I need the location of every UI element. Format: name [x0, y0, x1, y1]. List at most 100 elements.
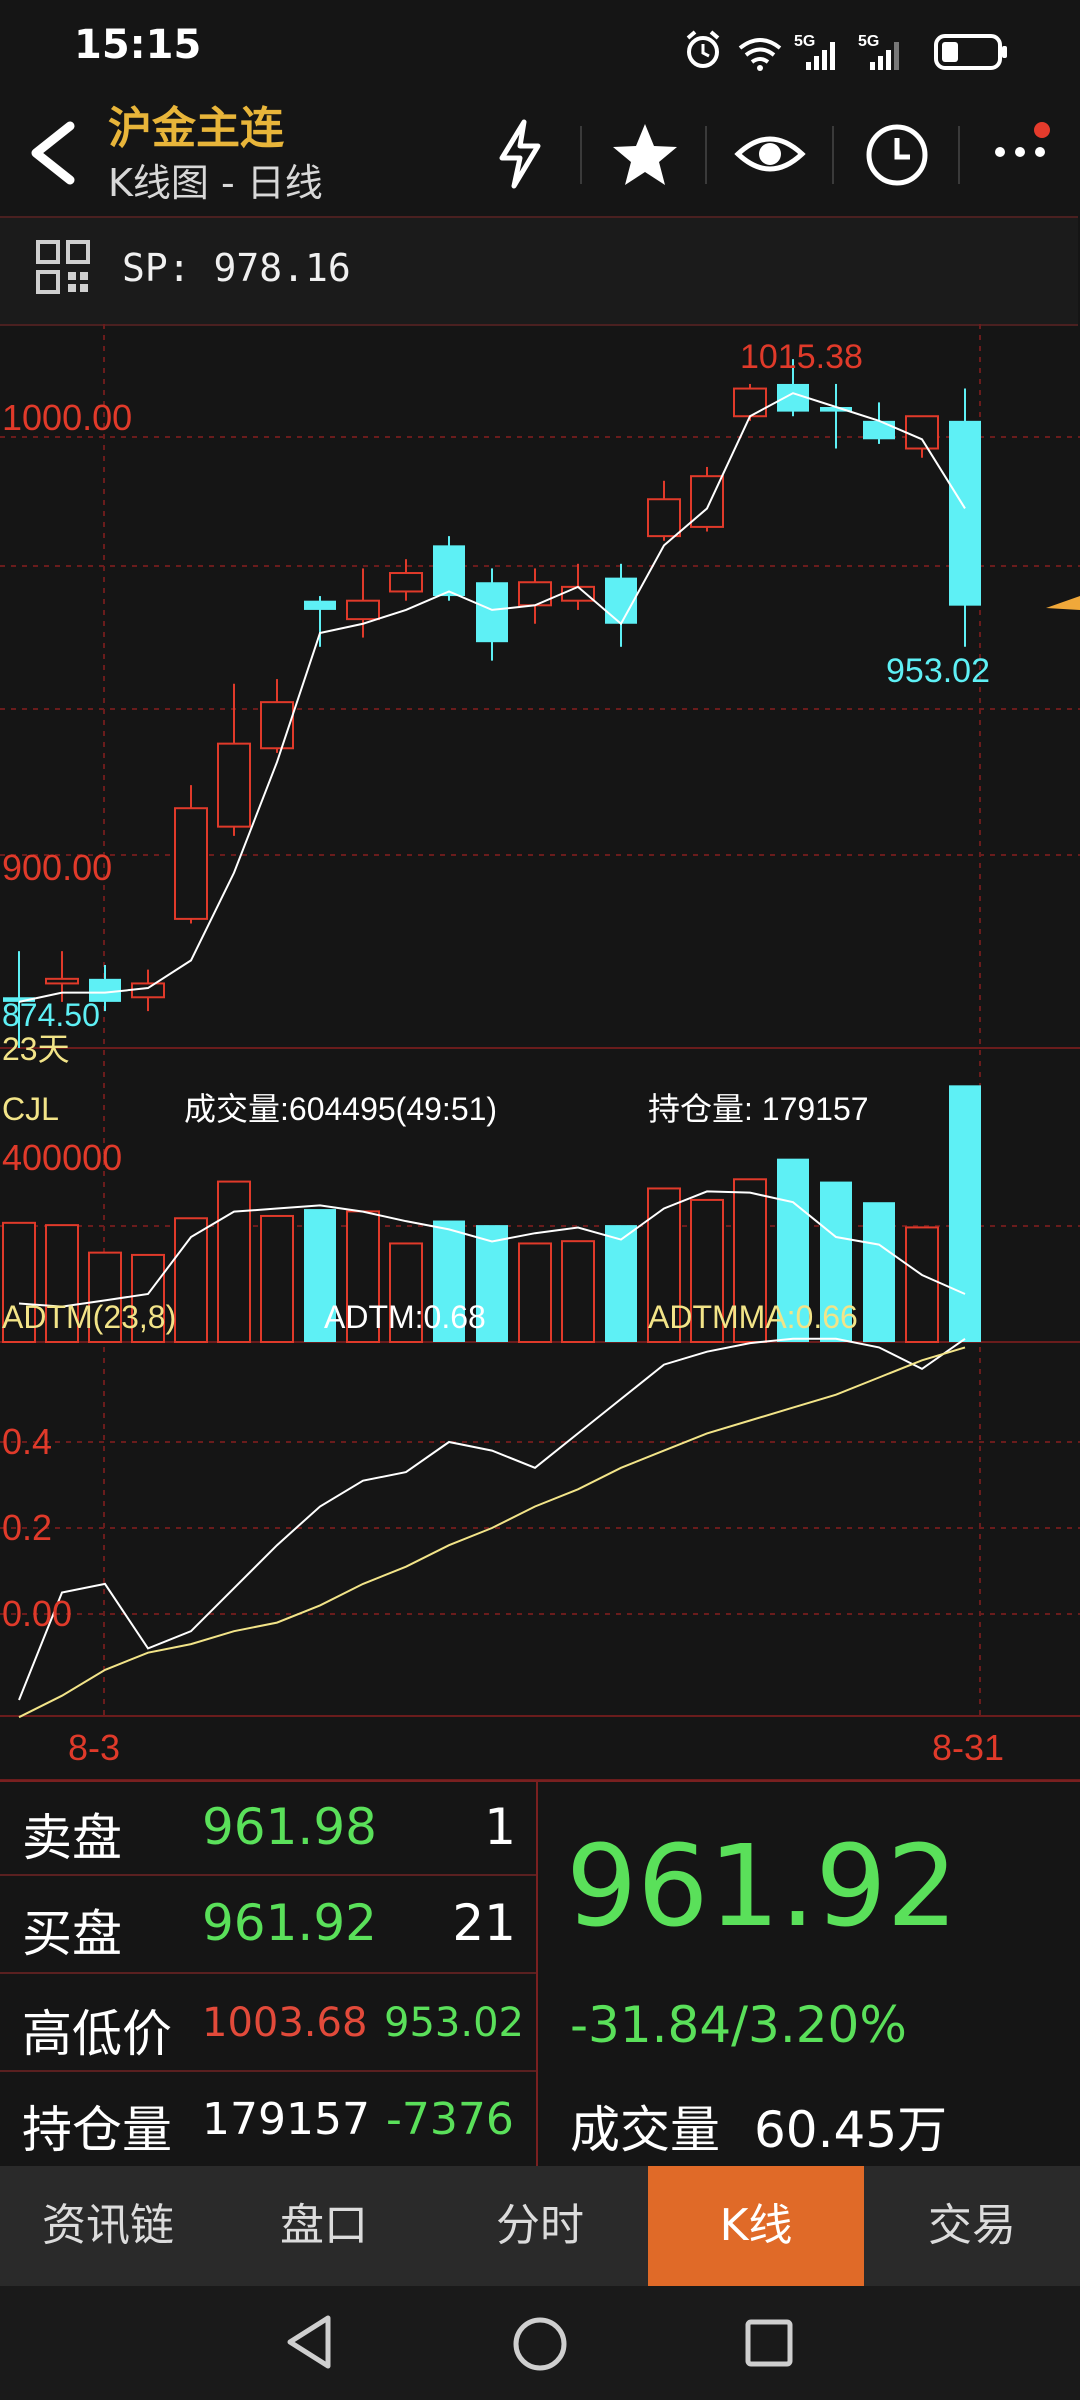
ask-price: 961.98: [202, 1798, 377, 1856]
chart-grid: [0, 1047, 1080, 1780]
candle-body: [389, 572, 423, 593]
candle-body: [605, 577, 637, 624]
open-interest-value: 179157: [202, 2094, 370, 2145]
volume-bar: [605, 1225, 637, 1342]
header-divider: [580, 126, 582, 184]
volume-bar: [260, 1214, 294, 1343]
ma-line-group: [18, 392, 966, 1003]
nav-home-icon[interactable]: [508, 2312, 572, 2376]
sp-price-text: SP: 978.16: [122, 246, 351, 290]
candle: [949, 388, 981, 647]
adtmma-line: [18, 1346, 966, 1719]
candle: [346, 568, 380, 638]
candle: [389, 559, 423, 601]
row-divider: [0, 2070, 536, 2072]
volume-bar: [217, 1180, 251, 1343]
candle: [131, 969, 165, 1012]
candle-body: [174, 807, 208, 920]
tab-news[interactable]: 资讯链: [0, 2166, 216, 2286]
candle-body: [304, 600, 336, 610]
open-interest-label: 持仓量: 179157: [648, 1091, 869, 1127]
candle: [174, 785, 208, 924]
tab-order-book[interactable]: 盘口: [216, 2166, 432, 2286]
clock-icon[interactable]: [862, 120, 932, 190]
adtmma-value-label: ADTMMA:0.66: [648, 1299, 858, 1335]
volume-label: 成交量: [570, 2101, 720, 2159]
candle: [905, 415, 939, 458]
status-icons: 5G 5G: [686, 30, 1007, 71]
volume-bar: [518, 1242, 552, 1343]
tab-intraday[interactable]: 分时: [432, 2166, 648, 2286]
price-label-900: 900.00: [2, 847, 112, 888]
volume-axis-label: 400000: [2, 1137, 122, 1178]
wifi-icon: [738, 38, 782, 71]
volume-value: 60.45万: [754, 2101, 948, 2159]
candle: [647, 480, 681, 541]
signal1-label: 5G: [794, 33, 815, 50]
battery-icon: [934, 34, 1007, 70]
back-arrow-icon[interactable]: [22, 118, 82, 188]
date-label-start: 8-3: [68, 1727, 120, 1768]
contract-title: 沪金主连: [108, 103, 284, 154]
high-low-label: 高低价: [22, 2005, 172, 2063]
low-price: 953.02: [384, 2000, 524, 2046]
high-price: 1003.68: [202, 2000, 368, 2046]
candle-body: [346, 599, 380, 621]
candle-body: [949, 420, 981, 606]
nav-back-icon[interactable]: [280, 2310, 340, 2374]
volume-bar: [561, 1240, 595, 1344]
candle-body: [518, 581, 552, 607]
grid-menu-icon[interactable]: [36, 240, 92, 296]
adtm-axis-label-0.4: 0.4: [2, 1421, 52, 1462]
candle: [476, 568, 508, 661]
candle-body: [131, 982, 165, 999]
tab-kline[interactable]: K线: [648, 2166, 864, 2286]
last-price: 961.92: [566, 1822, 958, 1952]
candle: [217, 683, 251, 836]
left-low-label: 874.50: [2, 997, 100, 1033]
tab-trade[interactable]: 交易: [864, 2166, 1080, 2286]
high-price-label: 1015.38: [740, 338, 863, 376]
adtm-lines-group: [18, 1337, 966, 1719]
status-bar: 15:15 5G 5G: [0, 0, 1080, 100]
date-label-end: 8-31: [932, 1727, 1004, 1768]
candle: [518, 568, 552, 624]
kline-chart[interactable]: 1000.00 900.00 1015.38 953.02 874.50 23天…: [0, 324, 1080, 1780]
candle-body: [476, 582, 508, 643]
volume-bar: [949, 1085, 981, 1342]
candle-body: [647, 498, 681, 538]
status-time: 15:15: [74, 22, 202, 68]
candle-body: [433, 545, 465, 597]
period-label: 23天: [2, 1031, 70, 1067]
candle-body: [561, 585, 595, 602]
bid-label: 买盘: [22, 1905, 122, 1963]
notification-dot: [1034, 122, 1050, 138]
eye-icon[interactable]: [734, 124, 806, 184]
header-divider: [958, 126, 960, 184]
last-price-marker: [1046, 596, 1080, 610]
volume-value-label: 成交量:604495(49:51): [184, 1091, 497, 1127]
candle-body: [905, 415, 939, 450]
adtm-title: ADTM(23,8): [2, 1299, 176, 1335]
volume-series-label: CJL: [2, 1091, 59, 1127]
adtm-axis-label-0.2: 0.2: [2, 1507, 52, 1548]
candle-body: [45, 977, 79, 985]
price-change: -31.84/3.20%: [570, 1996, 907, 2054]
candle: [863, 402, 895, 444]
candle: [304, 596, 336, 647]
candle: [690, 466, 724, 532]
bid-qty: 21: [452, 1894, 516, 1952]
header-divider: [832, 126, 834, 184]
candle-body: [260, 701, 294, 750]
ask-label: 卖盘: [22, 1809, 122, 1867]
more-icon[interactable]: [990, 116, 1070, 186]
nav-recents-icon[interactable]: [740, 2314, 800, 2374]
chart-grid-dashed: [0, 324, 1080, 1716]
candle-body: [863, 420, 895, 440]
flash-icon[interactable]: [490, 116, 550, 192]
candle-body: [217, 742, 251, 828]
volume-bar: [863, 1202, 895, 1342]
star-icon[interactable]: [610, 120, 680, 190]
row-divider: [0, 1972, 536, 1974]
adtm-axis-label-0: 0.00: [2, 1593, 72, 1634]
